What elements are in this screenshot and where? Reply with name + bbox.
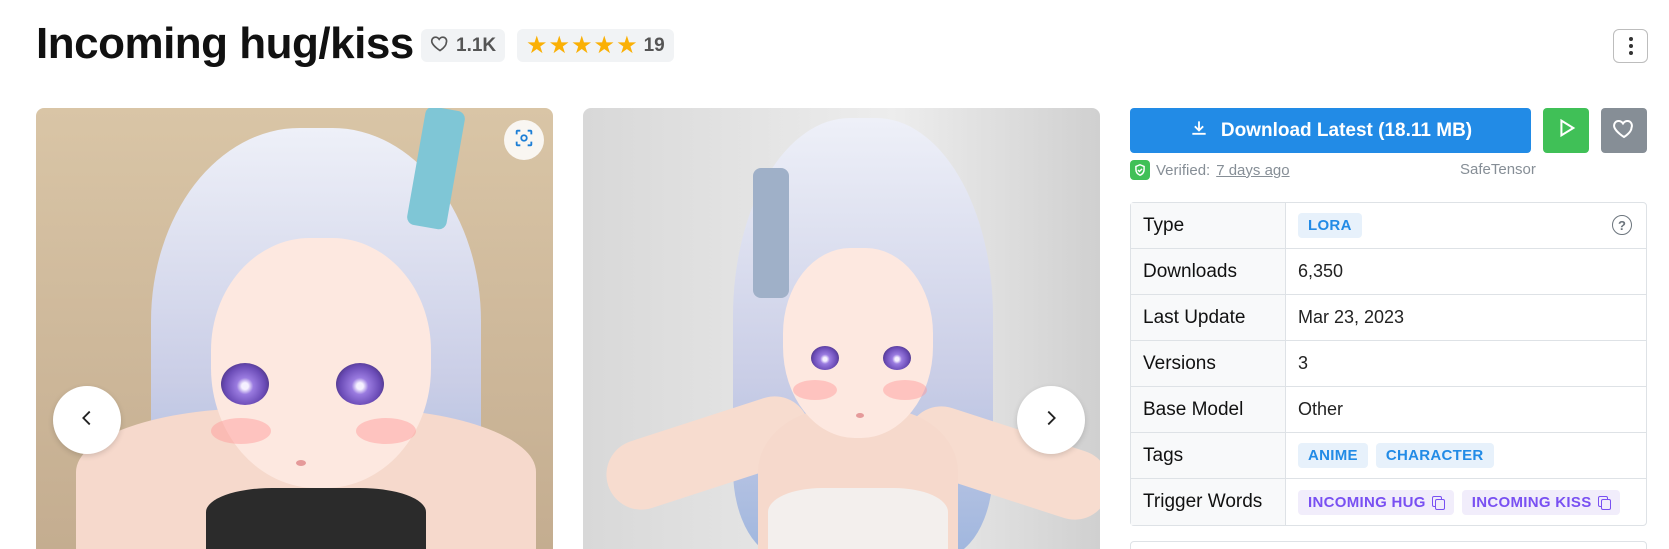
details-key: Base Model <box>1131 387 1286 432</box>
illustration-dress <box>206 488 426 549</box>
illustration-blush <box>883 380 927 400</box>
image-scan-button[interactable] <box>504 120 544 160</box>
details-row-downloads: Downloads 6,350 <box>1131 249 1646 295</box>
details-value: INCOMING HUG INCOMING KISS <box>1286 479 1646 525</box>
run-button[interactable] <box>1543 108 1589 153</box>
scan-icon <box>513 127 535 154</box>
copy-icon[interactable] <box>1431 495 1445 510</box>
illustration-dress <box>768 488 948 549</box>
illustration-mouth <box>296 460 306 466</box>
illustration-eye <box>336 363 384 405</box>
star-icon: ★ <box>616 31 638 59</box>
illustration-eye <box>883 346 911 370</box>
details-value: 6,350 <box>1298 261 1344 281</box>
page-title: Incoming hug/kiss <box>36 19 414 68</box>
trigger-word-label: INCOMING HUG <box>1308 493 1426 511</box>
rating-count: 19 <box>643 34 665 56</box>
favorite-button[interactable] <box>1601 108 1647 153</box>
details-key: Downloads <box>1131 249 1286 294</box>
details-row-base-model: Base Model Other <box>1131 387 1646 433</box>
chevron-right-icon <box>1040 403 1062 437</box>
illustration-blush <box>356 418 416 444</box>
tag-badge[interactable]: ANIME <box>1298 443 1368 468</box>
help-icon[interactable]: ? <box>1612 215 1632 235</box>
download-label: Download Latest (18.11 MB) <box>1220 119 1473 141</box>
more-options-button[interactable] <box>1613 29 1648 63</box>
illustration-headband <box>753 168 789 298</box>
star-icon: ★ <box>526 31 548 59</box>
star-icon: ★ <box>571 31 593 59</box>
details-row-trigger-words: Trigger Words INCOMING HUG INCOMING KISS <box>1131 479 1646 525</box>
gallery-image[interactable] <box>583 108 1100 549</box>
details-value: 3 <box>1298 353 1309 373</box>
tag-badge[interactable]: CHARACTER <box>1375 443 1494 468</box>
trigger-word-label: INCOMING KISS <box>1471 493 1592 511</box>
details-value: Other <box>1298 399 1344 419</box>
verified-status: Verified: 7 days ago <box>1130 160 1290 180</box>
verified-time-link[interactable]: 7 days ago <box>1216 162 1289 179</box>
rating-badge[interactable]: ★ ★ ★ ★ ★ 19 <box>517 29 674 62</box>
download-icon <box>1189 118 1209 144</box>
details-value: ANIME CHARACTER <box>1286 433 1646 478</box>
copy-icon[interactable] <box>1597 495 1611 510</box>
star-icon: ★ <box>548 31 571 59</box>
trigger-word-badge[interactable]: INCOMING KISS <box>1461 489 1620 515</box>
illustration-face <box>783 248 933 438</box>
chevron-left-icon <box>76 403 98 437</box>
illustration-headband <box>405 108 467 231</box>
next-section-card <box>1130 541 1647 549</box>
star-icon: ★ <box>593 31 616 59</box>
rating-stars: ★ ★ ★ ★ ★ <box>526 31 638 59</box>
details-key: Last Update <box>1131 295 1286 340</box>
file-format: SafeTensor <box>1460 161 1536 178</box>
download-button[interactable]: Download Latest (18.11 MB) <box>1130 108 1531 153</box>
details-row-tags: Tags ANIME CHARACTER <box>1131 433 1646 479</box>
details-row-type: Type LORA ? <box>1131 203 1646 249</box>
details-row-versions: Versions 3 <box>1131 341 1646 387</box>
details-value: LORA ? <box>1286 203 1646 248</box>
illustration-blush <box>211 418 271 444</box>
dot-icon <box>1628 37 1633 41</box>
carousel-next-button[interactable] <box>1017 386 1085 454</box>
dot-icon <box>1628 44 1633 48</box>
illustration-mouth <box>856 413 864 418</box>
heart-icon <box>430 33 450 59</box>
likes-count: 1.1K <box>456 34 497 56</box>
details-row-last-update: Last Update Mar 23, 2023 <box>1131 295 1646 341</box>
shield-check-icon <box>1130 160 1150 180</box>
details-table: Type LORA ? Downloads 6,350 Last Update … <box>1130 202 1647 526</box>
dot-icon <box>1628 51 1633 55</box>
details-value: Mar 23, 2023 <box>1298 307 1405 327</box>
illustration-blush <box>793 380 837 400</box>
verified-label: Verified: <box>1156 161 1211 179</box>
illustration-eye <box>811 346 839 370</box>
gallery-image[interactable] <box>36 108 553 549</box>
details-key: Tags <box>1131 433 1286 478</box>
illustration-eye <box>221 363 269 405</box>
carousel-prev-button[interactable] <box>53 386 121 454</box>
details-key: Type <box>1131 203 1286 248</box>
heart-icon <box>1612 116 1636 145</box>
play-icon <box>1555 117 1577 144</box>
details-key: Versions <box>1131 341 1286 386</box>
likes-badge[interactable]: 1.1K <box>421 29 506 62</box>
type-badge[interactable]: LORA <box>1298 213 1362 238</box>
details-key: Trigger Words <box>1131 479 1286 525</box>
trigger-word-badge[interactable]: INCOMING HUG <box>1298 489 1454 515</box>
